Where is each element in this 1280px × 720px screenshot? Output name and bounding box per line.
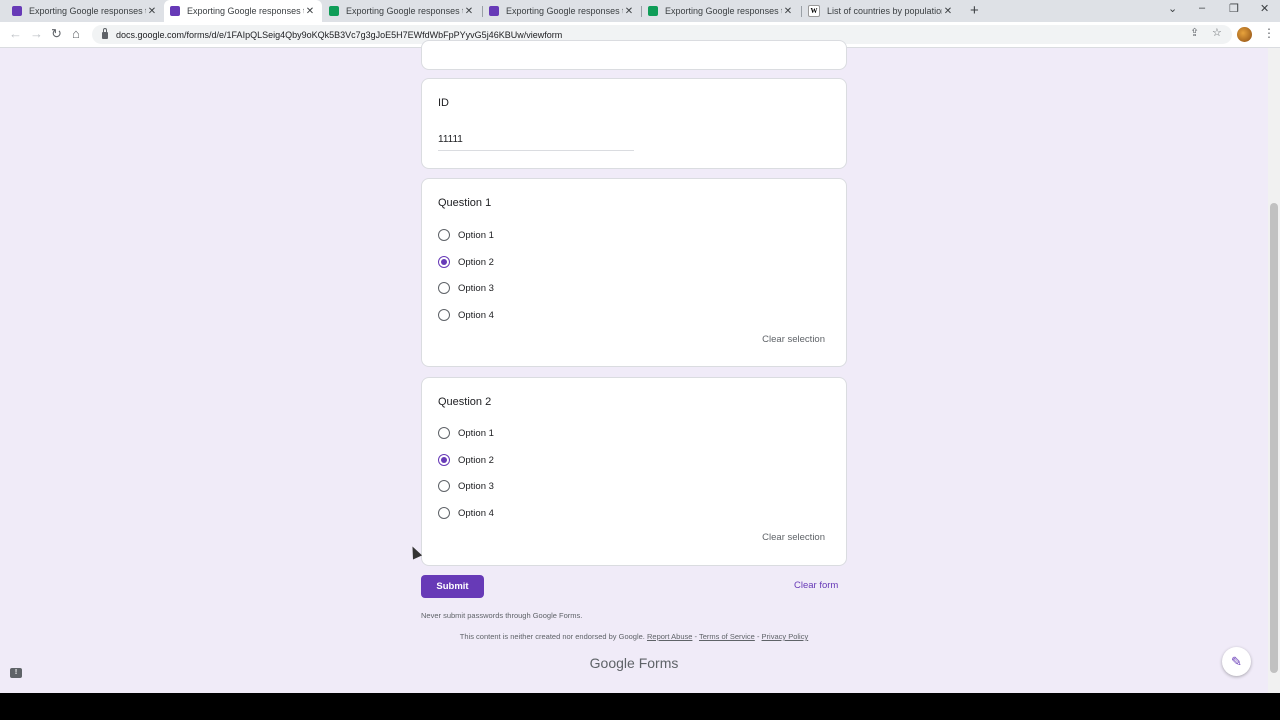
minimize-icon[interactable]: – bbox=[1199, 2, 1205, 14]
bookmark-star-icon[interactable]: ☆ bbox=[1212, 26, 1222, 39]
footer-separator: - bbox=[694, 632, 698, 641]
radio-option[interactable]: Option 3 bbox=[438, 478, 494, 494]
tab-title: Exporting Google responses to E bbox=[506, 6, 623, 16]
option-label: Option 1 bbox=[458, 229, 494, 241]
radio-button[interactable] bbox=[438, 309, 450, 321]
browser-tab[interactable]: Exporting Google responses to E ✕ bbox=[642, 0, 800, 22]
question-title: Question 2 bbox=[438, 396, 492, 408]
question-title: ID bbox=[438, 97, 449, 109]
feedback-icon[interactable]: ! bbox=[10, 668, 22, 678]
terms-link[interactable]: Terms of Service bbox=[699, 632, 755, 641]
window-close-icon[interactable]: ✕ bbox=[1260, 2, 1269, 15]
radio-button-checked[interactable] bbox=[438, 256, 450, 268]
clear-selection-button[interactable]: Clear selection bbox=[762, 532, 825, 543]
clear-form-button[interactable]: Clear form bbox=[794, 580, 838, 591]
radio-button-checked[interactable] bbox=[438, 454, 450, 466]
menu-icon[interactable]: ⋮ bbox=[1263, 26, 1275, 40]
submit-button[interactable]: Submit bbox=[421, 575, 484, 598]
radio-option[interactable]: Option 3 bbox=[438, 280, 494, 296]
forms-icon bbox=[170, 6, 180, 16]
report-abuse-link[interactable]: Report Abuse bbox=[647, 632, 692, 641]
url-text: docs.google.com/forms/d/e/1FAIpQLSeig4Qb… bbox=[116, 29, 563, 40]
browser-tab-active[interactable]: Exporting Google responses to E ✕ bbox=[164, 0, 322, 22]
brand-google: Google bbox=[589, 655, 635, 671]
tab-title: Exporting Google responses to E bbox=[29, 6, 146, 16]
scrollbar-thumb[interactable] bbox=[1270, 203, 1278, 673]
avatar[interactable] bbox=[1237, 27, 1252, 42]
question-title: Question 1 bbox=[438, 197, 492, 209]
forms-icon bbox=[489, 6, 499, 16]
radio-button[interactable] bbox=[438, 229, 450, 241]
radio-option-selected[interactable]: Option 2 bbox=[438, 452, 494, 468]
privacy-link[interactable]: Privacy Policy bbox=[762, 632, 809, 641]
tab-title: Exporting Google responses to E bbox=[187, 6, 304, 16]
browser-tab[interactable]: Exporting Google responses to E ✕ bbox=[483, 0, 641, 22]
wikipedia-icon: W bbox=[808, 5, 820, 17]
taskbar bbox=[0, 693, 1280, 720]
close-icon[interactable]: ✕ bbox=[623, 6, 635, 17]
scrollbar[interactable] bbox=[1268, 48, 1280, 693]
footer: This content is neither created nor endo… bbox=[421, 632, 847, 641]
option-label: Option 1 bbox=[458, 427, 494, 439]
radio-option-selected[interactable]: Option 2 bbox=[438, 254, 494, 270]
close-icon[interactable]: ✕ bbox=[782, 6, 794, 17]
sheets-icon bbox=[648, 6, 658, 16]
clear-selection-button[interactable]: Clear selection bbox=[762, 334, 825, 345]
option-label: Option 2 bbox=[458, 256, 494, 268]
browser-tab[interactable]: W List of countries by population in ✕ bbox=[802, 0, 960, 22]
close-icon[interactable]: ✕ bbox=[942, 6, 954, 17]
sheets-icon bbox=[329, 6, 339, 16]
close-icon[interactable]: ✕ bbox=[304, 6, 316, 17]
radio-button[interactable] bbox=[438, 480, 450, 492]
tab-title: Exporting Google responses to E bbox=[665, 6, 782, 16]
footer-separator: - bbox=[756, 632, 760, 641]
share-icon[interactable]: ⇪ bbox=[1190, 26, 1199, 39]
option-label: Option 4 bbox=[458, 507, 494, 519]
close-icon[interactable]: ✕ bbox=[463, 6, 475, 17]
question-card-1: Question 1 Option 1 Option 2 Option 3 Op… bbox=[421, 178, 847, 367]
tab-title: Exporting Google responses to E bbox=[346, 6, 463, 16]
question-card-id: ID 11111 bbox=[421, 78, 847, 169]
id-answer-input[interactable]: 11111 bbox=[438, 134, 634, 151]
option-label: Option 3 bbox=[458, 480, 494, 492]
brand-forms: Forms bbox=[638, 655, 679, 671]
forms-icon bbox=[12, 6, 22, 16]
option-label: Option 3 bbox=[458, 282, 494, 294]
footer-disclaimer: This content is neither created nor endo… bbox=[459, 632, 645, 641]
radio-button[interactable] bbox=[438, 507, 450, 519]
browser-tab[interactable]: Exporting Google responses to E ✕ bbox=[323, 0, 481, 22]
radio-button[interactable] bbox=[438, 282, 450, 294]
radio-option[interactable]: Option 4 bbox=[438, 307, 494, 323]
reload-icon[interactable]: ↻ bbox=[51, 26, 62, 42]
tab-search-icon[interactable]: ⌄ bbox=[1168, 2, 1177, 15]
forward-icon[interactable]: → bbox=[30, 26, 43, 42]
home-icon[interactable]: ⌂ bbox=[72, 26, 80, 42]
radio-option[interactable]: Option 1 bbox=[438, 425, 494, 441]
google-forms-logo[interactable]: Google Forms bbox=[421, 655, 847, 671]
new-tab-icon[interactable]: + bbox=[970, 2, 979, 19]
lock-icon bbox=[102, 28, 108, 39]
password-warning: Never submit passwords through Google Fo… bbox=[421, 611, 583, 620]
edit-pencil-icon[interactable]: ✎ bbox=[1222, 647, 1251, 676]
browser-tab-bar: Exporting Google responses to E ✕ Export… bbox=[0, 0, 1280, 22]
question-card-2: Question 2 Option 1 Option 2 Option 3 Op… bbox=[421, 377, 847, 566]
radio-option[interactable]: Option 1 bbox=[438, 227, 494, 243]
restore-icon[interactable]: ❐ bbox=[1229, 2, 1239, 15]
back-icon[interactable]: ← bbox=[9, 26, 22, 42]
option-label: Option 2 bbox=[458, 454, 494, 466]
browser-tab[interactable]: Exporting Google responses to E ✕ bbox=[6, 0, 164, 22]
form-card-previous bbox=[421, 40, 847, 70]
mouse-cursor bbox=[407, 544, 423, 560]
option-label: Option 4 bbox=[458, 309, 494, 321]
tab-title: List of countries by population in bbox=[827, 6, 942, 16]
close-icon[interactable]: ✕ bbox=[146, 6, 158, 17]
radio-button[interactable] bbox=[438, 427, 450, 439]
radio-option[interactable]: Option 4 bbox=[438, 505, 494, 521]
